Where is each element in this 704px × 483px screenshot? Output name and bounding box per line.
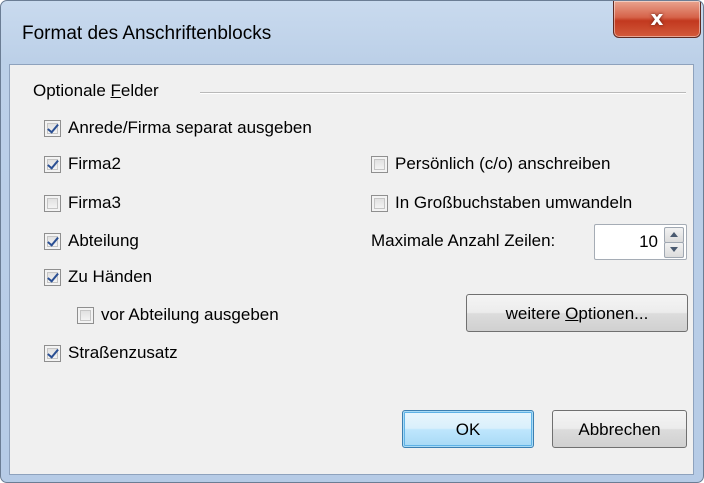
max-lines-value[interactable]: 10	[639, 232, 658, 252]
checkbox-label: Anrede/Firma separat ausgeben	[68, 118, 312, 137]
checkbox-anrede-firma-separat[interactable]: Anrede/Firma separat ausgeben	[44, 118, 312, 138]
checkbox-persoenlich-co[interactable]: Persönlich (c/o) anschreiben	[371, 154, 610, 174]
close-icon: x	[650, 6, 664, 30]
checkbox-firma3[interactable]: Firma3	[44, 193, 121, 213]
checkbox-label: In Großbuchstaben umwandeln	[395, 193, 633, 212]
checkbox-box[interactable]	[44, 268, 61, 286]
checkbox-label: Persönlich (c/o) anschreiben	[395, 154, 611, 173]
checkbox-box[interactable]	[44, 232, 61, 250]
checkbox-box[interactable]	[371, 194, 388, 212]
max-lines-spinner[interactable]: 10	[594, 224, 687, 260]
group-label-optional-fields: Optionale Felder	[33, 81, 159, 100]
checkbox-box[interactable]	[44, 119, 61, 137]
checkbox-box[interactable]	[44, 155, 61, 173]
arrow-up-icon[interactable]	[664, 227, 684, 243]
arrow-down-icon[interactable]	[664, 242, 684, 258]
checkbox-box[interactable]	[44, 194, 61, 212]
checkbox-box[interactable]	[371, 155, 388, 173]
checkbox-box[interactable]	[44, 344, 61, 362]
dialog-title: Format des Anschriftenblocks	[22, 23, 272, 44]
group-divider	[200, 92, 686, 94]
dialog-body: Optionale Felder Anrede/Firma separat au…	[9, 64, 694, 475]
cancel-button[interactable]: Abbrechen	[552, 410, 687, 448]
checkbox-label: Zu Händen	[68, 267, 153, 286]
ok-button[interactable]: OK	[402, 410, 534, 448]
dialog-window: Format des Anschriftenblocks x Optionale…	[0, 0, 704, 483]
checkbox-label: Abteilung	[68, 231, 139, 250]
checkbox-label: Firma2	[68, 154, 121, 173]
close-button[interactable]: x	[613, 1, 701, 38]
title-bar[interactable]: Format des Anschriftenblocks x	[1, 1, 703, 65]
max-lines-label: Maximale Anzahl Zeilen:	[371, 231, 556, 250]
checkbox-zu-haenden[interactable]: Zu Händen	[44, 267, 152, 287]
more-options-button[interactable]: weitere Optionen...	[466, 294, 688, 332]
checkbox-box[interactable]	[77, 306, 94, 324]
checkbox-label: Firma3	[68, 193, 121, 212]
checkbox-grossbuchstaben[interactable]: In Großbuchstaben umwandeln	[371, 193, 632, 213]
checkbox-vor-abteilung-ausgeben[interactable]: vor Abteilung ausgeben	[77, 305, 279, 325]
checkbox-label: vor Abteilung ausgeben	[101, 305, 279, 324]
checkbox-abteilung[interactable]: Abteilung	[44, 231, 139, 251]
checkbox-strassenzusatz[interactable]: Straßenzusatz	[44, 343, 178, 363]
checkbox-firma2[interactable]: Firma2	[44, 154, 121, 174]
checkbox-label: Straßenzusatz	[68, 343, 178, 362]
